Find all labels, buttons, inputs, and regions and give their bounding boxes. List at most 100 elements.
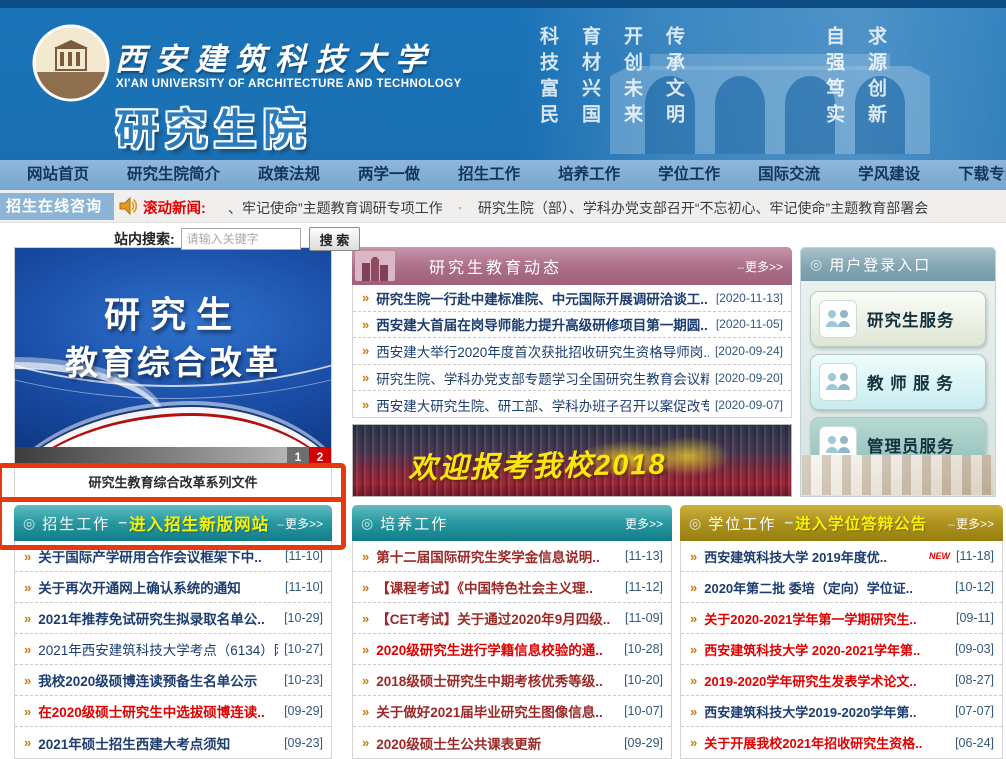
more-link[interactable]: 更多>> (625, 515, 663, 532)
bullet-icon: » (690, 550, 697, 563)
news-link[interactable]: 2020级研究生进行学籍信息校验的通.. (376, 639, 618, 659)
news-date: [11-18] (956, 549, 994, 563)
nav-item[interactable]: 培养工作 (539, 160, 639, 190)
news-row: » 西安建大首届在岗导师能力提升高级研修项目第一期圆.. [2020-11-05… (353, 312, 791, 339)
banner-slider[interactable]: 研究生 教育综合改革 12 (14, 247, 332, 468)
news-date: [10-12] (955, 580, 994, 594)
news-link[interactable]: 西安建筑科技大学 2020-2021学年第.. (704, 640, 949, 659)
bullet-icon: » (362, 674, 369, 687)
header-gate-photo: 科技富民育材兴国开创未来传承文明自强笃实求源创新 (520, 8, 1006, 160)
news-link[interactable]: 关于国际产学研用合作会议框架下中.. (38, 546, 279, 566)
news-link[interactable]: 关于2020-2021学年第一学期研究生.. (704, 609, 950, 628)
watermark-text: 科技富民 (535, 26, 562, 130)
news-link[interactable]: 我校2020级硕博连读预备生名单公示 (38, 670, 278, 690)
watermark-text: 开创未来 (619, 26, 646, 130)
news-row: » 我校2020级硕博连读预备生名单公示 [10-23] (15, 665, 331, 696)
edu-news-header: 研究生教育动态 –更多>> (352, 247, 792, 285)
watermark-text: 求源创新 (863, 26, 890, 130)
bullet-icon: » (24, 736, 31, 749)
news-date: [07-07] (955, 704, 994, 718)
news-link[interactable]: 研究生院、学科办党支部专题学习全国研究生教育会议精神 (376, 368, 709, 388)
news-row: » 【CET考试】关于通过2020年9月四级.. [11-09] (353, 603, 671, 634)
news-date: [11-09] (625, 611, 663, 625)
news-date: [11-10] (285, 580, 323, 594)
bullet-icon: » (362, 550, 369, 563)
news-link[interactable]: 【CET考试】关于通过2020年9月四级.. (376, 608, 619, 628)
login-service-button[interactable]: 研究生服务 (810, 291, 986, 347)
news-link[interactable]: 西安建大研究生院、研工部、学科办班子召开以案促改专题.. (376, 395, 709, 415)
degree-defense-notice-link[interactable]: 进入学位答辩公告 (795, 512, 927, 534)
nav-item[interactable]: 国际交流 (739, 160, 839, 190)
news-link[interactable]: 研究生院一行赴中建标准院、中元国际开展调研洽谈工.. (376, 288, 710, 308)
more-link[interactable]: –更多>> (737, 258, 783, 275)
ticker-news-link[interactable]: 研究生院（部）、学科办党支部召开“不忘初心、牢记使命”主题教育部署会 (443, 198, 929, 218)
news-link[interactable]: 2020级硕士生公共课表更新 (376, 733, 618, 753)
slider-page-button[interactable]: 2 (309, 447, 331, 467)
admissions-new-site-link[interactable]: 进入招生新版网站 (129, 511, 269, 535)
slide-title-line2: 教育综合改革 (15, 336, 331, 384)
nav-item[interactable]: 政策法规 (239, 160, 339, 190)
news-link[interactable]: 关于开展我校2021年招收研究生资格.. (704, 733, 949, 752)
news-row: » 2020年第二批 委培（定向）学位证.. [10-12] (681, 572, 1002, 603)
news-link[interactable]: 2020年第二批 委培（定向）学位证.. (704, 578, 949, 597)
news-link[interactable]: 2018级硕士研究生中期考核优秀等级.. (376, 670, 618, 690)
news-row: » 2020级研究生进行学籍信息校验的通.. [10-28] (353, 634, 671, 665)
news-link[interactable]: 西安建大举行2020年度首次获批招收研究生资格导师岗.. (376, 341, 709, 361)
bullet-icon: » (362, 291, 369, 304)
search-label: 站内搜索: (114, 229, 175, 249)
news-date: [08-27] (955, 673, 994, 687)
news-link[interactable]: 在2020级硕士研究生中选拔硕博连读.. (38, 701, 278, 721)
circle-icon: ◎ (810, 256, 822, 273)
news-link[interactable]: 2021年推荐免试研究生拟录取名单公.. (38, 608, 278, 628)
user-login-panel: ◎ 用户登录入口 研究生服务 教 师 服 务 (800, 247, 996, 497)
search-input[interactable] (181, 228, 301, 250)
watermark-text: 自强笃实 (821, 26, 848, 130)
news-link[interactable]: 关于再次开通网上确认系统的通知 (38, 577, 279, 597)
login-service-button[interactable]: 教 师 服 务 (810, 354, 986, 410)
more-link[interactable]: –更多>> (948, 515, 994, 532)
login-title: 用户登录入口 (829, 254, 931, 275)
nav-item[interactable]: 网站首页 (8, 160, 108, 190)
news-date: [10-07] (624, 704, 663, 718)
training-list: » 第十二届国际研究生奖学金信息说明.. [11-13] » 【课程考试】《中国… (352, 541, 672, 759)
bullet-icon: » (362, 612, 369, 625)
news-link[interactable]: 2021年硕士招生西建大考点须知 (38, 733, 278, 753)
slider-caption[interactable]: 研究生教育综合改革系列文件 (14, 468, 332, 498)
news-row: » 关于做好2021届毕业研究生图像信息.. [10-07] (353, 696, 671, 727)
watermark-text: 育材兴国 (577, 26, 604, 130)
bullet-icon: » (24, 550, 31, 563)
news-link[interactable]: 2021年西安建筑科技大学考点（6134）网.. (38, 639, 278, 659)
site-search: 站内搜索: 搜 索 (114, 227, 360, 251)
news-link[interactable]: 西安建筑科技大学2019-2020学年第.. (704, 702, 949, 721)
circle-icon: ◎ (361, 515, 373, 532)
search-button[interactable]: 搜 索 (309, 227, 361, 251)
news-link[interactable]: 2019-2020学年研究生发表学术论文.. (704, 671, 949, 690)
bullet-icon: » (690, 643, 697, 656)
university-name-cn: 西安建筑科技大学 (115, 34, 435, 79)
admission-consult-float[interactable]: 招生在线咨询 (0, 193, 114, 220)
news-link[interactable]: 第十二届国际研究生奖学金信息说明.. (376, 546, 619, 566)
building-icon (355, 251, 395, 281)
nav-item[interactable]: 两学一做 (339, 160, 439, 190)
welcome-banner[interactable]: 欢迎报考我校2018 (352, 424, 792, 497)
news-link[interactable]: 【课程考试】《中国特色社会主义理.. (376, 577, 619, 597)
nav-item[interactable]: 学风建设 (839, 160, 939, 190)
news-link[interactable]: 关于做好2021届毕业研究生图像信息.. (376, 701, 618, 721)
nav-item[interactable]: 研究生院简介 (108, 160, 239, 190)
news-date: [2020-11-05] (716, 317, 783, 331)
nav-item[interactable]: 学位工作 (639, 160, 739, 190)
training-header: ◎ 培养工作 更多>> (352, 505, 672, 541)
slider-page-button[interactable]: 1 (287, 447, 309, 467)
news-date: [2020-11-13] (716, 291, 783, 305)
nav-item[interactable]: 下载专区 (939, 160, 1006, 190)
panel-title: 研究生教育动态 (429, 254, 562, 278)
more-link[interactable]: –更多>> (277, 515, 323, 532)
bullet-icon: » (690, 705, 697, 718)
news-link[interactable]: 西安建筑科技大学 2019年度优.. (704, 547, 925, 566)
building-photo-faded (802, 455, 994, 495)
nav-item[interactable]: 招生工作 (439, 160, 539, 190)
ticker-news-link[interactable]: 、牢记使命”主题教育调研专项工作 (228, 198, 443, 218)
slide-image: 研究生 教育综合改革 (15, 248, 331, 447)
news-link[interactable]: 西安建大首届在岗导师能力提升高级研修项目第一期圆.. (376, 314, 710, 334)
university-name-en: XI'AN UNIVERSITY OF ARCHITECTURE AND TEC… (116, 78, 462, 90)
